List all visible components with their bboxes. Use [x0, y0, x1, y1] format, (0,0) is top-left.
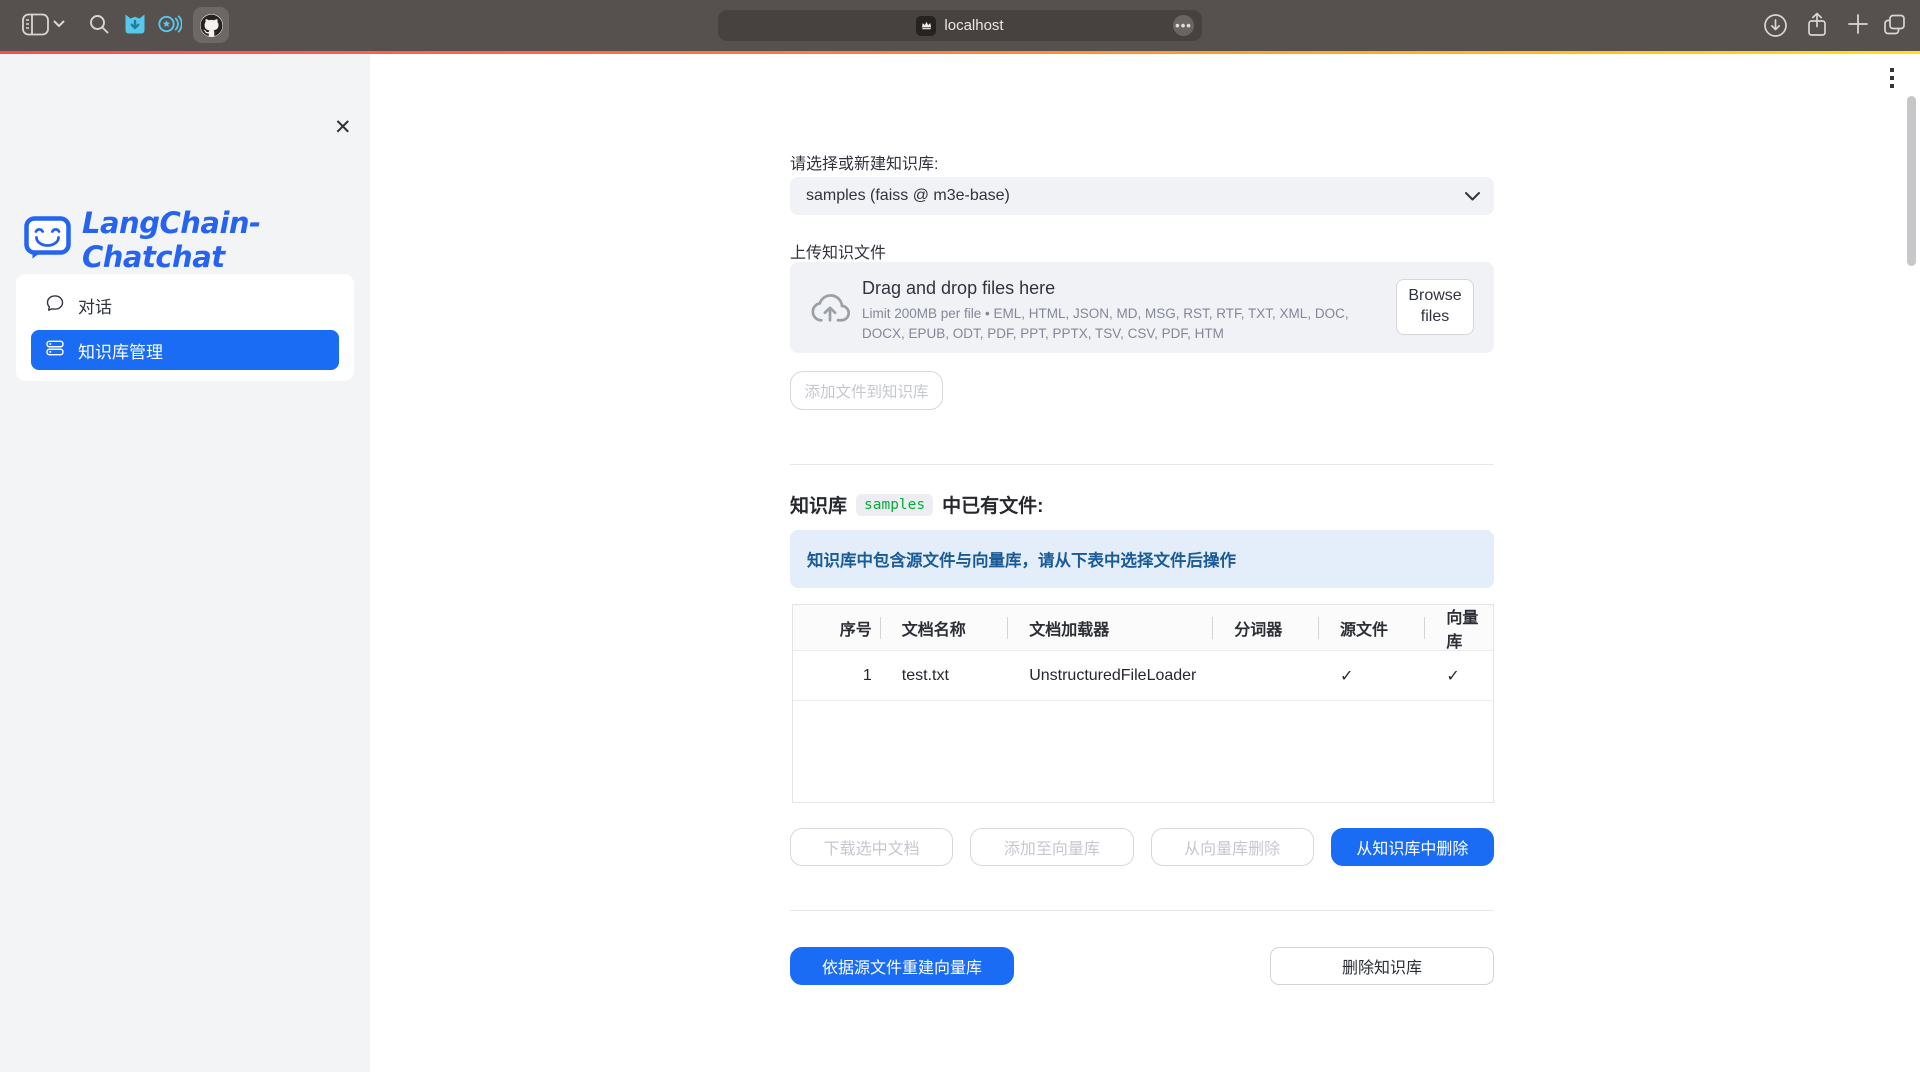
table-header-row: 序号 文档名称 文档加载器 分词器 源文件 向量库: [793, 605, 1493, 651]
divider: [790, 910, 1494, 911]
nav-item-kb-management[interactable]: 知识库管理: [31, 330, 339, 370]
col-header-source-file: 源文件: [1318, 605, 1424, 650]
kb-select-dropdown[interactable]: samples (faiss @ m3e-base): [790, 177, 1494, 215]
rebuild-vector-store-button[interactable]: 依据源文件重建向量库: [790, 947, 1014, 985]
github-extension-icon[interactable]: [193, 7, 229, 43]
add-to-vector-store-button[interactable]: 添加至向量库: [970, 828, 1133, 866]
vertical-scrollbar[interactable]: [1907, 96, 1916, 266]
nav-menu: 对话 知识库管理: [16, 274, 354, 381]
browse-files-button[interactable]: Browse files: [1396, 279, 1474, 335]
cell-vector-store-check: ✓: [1424, 666, 1493, 686]
delete-kb-button[interactable]: 删除知识库: [1270, 947, 1494, 985]
kebab-menu-icon[interactable]: [1890, 68, 1894, 88]
share-icon[interactable]: [1805, 11, 1829, 39]
dropzone-limit-text: Limit 200MB per file • EML, HTML, JSON, …: [862, 304, 1372, 343]
table-row[interactable]: 1 test.txt UnstructuredFileLoader ✓ ✓: [793, 651, 1493, 701]
chevron-down-icon[interactable]: [53, 20, 65, 28]
logo-chat-bubble-icon: [24, 216, 71, 265]
files-heading: 知识库 samples 中已有文件:: [790, 491, 1043, 518]
kb-select-label: 请选择或新建知识库:: [790, 150, 938, 174]
nav-item-label: 知识库管理: [78, 338, 163, 363]
table-action-buttons: 下载选中文档 添加至向量库 从向量库删除 从知识库中删除: [790, 828, 1494, 866]
sidebar-toggle-icon[interactable]: [22, 13, 49, 36]
col-header-loader: 文档加载器: [1007, 605, 1212, 650]
cloud-upload-icon: [809, 288, 851, 329]
divider: [790, 464, 1494, 465]
files-heading-prefix: 知识库: [790, 491, 847, 518]
cell-index: 1: [793, 667, 880, 685]
close-icon[interactable]: ✕: [334, 117, 352, 138]
dropzone-title: Drag and drop files here: [862, 278, 1055, 299]
cell-doc-name: test.txt: [880, 667, 1007, 685]
remove-from-vector-store-button[interactable]: 从向量库删除: [1151, 828, 1314, 866]
cell-loader: UnstructuredFileLoader: [1007, 667, 1212, 685]
files-table: 序号 文档名称 文档加载器 分词器 源文件 向量库 1 test.txt Uns…: [792, 604, 1494, 803]
sidebar: ✕ LangChain-Chatchat 对话 知识库管理: [0, 54, 370, 1072]
download-icon[interactable]: [1763, 13, 1788, 38]
download-selected-button[interactable]: 下载选中文档: [790, 828, 953, 866]
kb-name-code: samples: [856, 494, 933, 516]
col-header-splitter: 分词器: [1212, 605, 1318, 650]
chat-bubble-icon: [45, 293, 65, 318]
nav-item-chat[interactable]: 对话: [31, 285, 339, 325]
new-tab-icon[interactable]: [1847, 13, 1869, 35]
search-icon[interactable]: [88, 13, 110, 35]
knowledge-base-icon: [45, 338, 65, 363]
file-dropzone[interactable]: Drag and drop files here Limit 200MB per…: [790, 262, 1494, 353]
files-heading-suffix: 中已有文件:: [942, 491, 1043, 518]
logo-text: LangChain-Chatchat: [82, 206, 370, 274]
upload-label: 上传知识文件: [790, 239, 886, 263]
app-logo: LangChain-Chatchat: [24, 206, 370, 274]
kb-select-value: samples (faiss @ m3e-base): [806, 187, 1010, 205]
info-banner-text: 知识库中包含源文件与向量库，请从下表中选择文件后操作: [807, 547, 1236, 571]
col-header-vector-store: 向量库: [1424, 605, 1493, 650]
cell-source-file-check: ✓: [1318, 666, 1424, 686]
main-content: 请选择或新建知识库: samples (faiss @ m3e-base) 上传…: [790, 0, 1494, 1080]
nav-item-label: 对话: [78, 293, 112, 318]
tabs-icon[interactable]: [1882, 13, 1907, 37]
broadcast-extension-icon[interactable]: [157, 12, 182, 36]
delete-from-kb-button[interactable]: 从知识库中删除: [1331, 828, 1494, 866]
info-banner: 知识库中包含源文件与向量库，请从下表中选择文件后操作: [790, 530, 1494, 588]
cat-downloads-extension-icon[interactable]: [123, 12, 147, 36]
chevron-down-icon: [1464, 191, 1481, 202]
col-header-doc-name: 文档名称: [880, 605, 1007, 650]
add-files-to-kb-button[interactable]: 添加文件到知识库: [790, 371, 943, 410]
col-header-index: 序号: [793, 605, 880, 650]
